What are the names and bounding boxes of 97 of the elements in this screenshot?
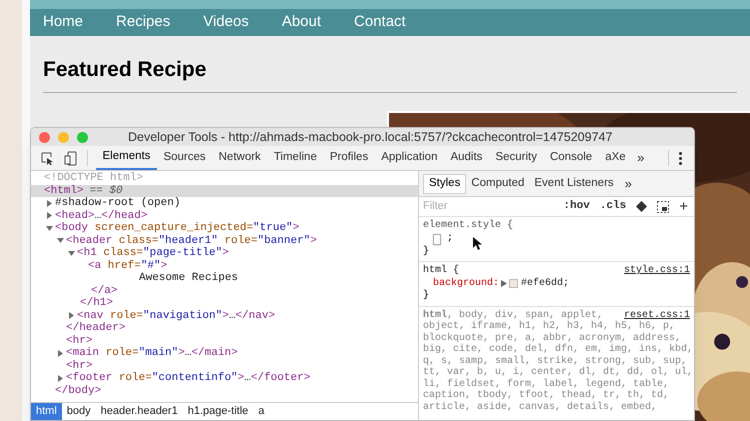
dom-closing-tag: </h1> xyxy=(80,295,114,312)
dom-node-text: <html> xyxy=(44,184,84,197)
devtools-tab[interactable]: Application xyxy=(374,146,444,170)
hover-state-button[interactable]: :hov xyxy=(563,198,590,215)
nav-link[interactable]: Recipes xyxy=(116,11,170,34)
property-name: background: xyxy=(433,278,500,290)
dom-node-text: <body screen_capture_injected="true"> xyxy=(55,221,300,235)
rule-selector-line: li, fieldset, form, label, legend, table, xyxy=(423,378,670,390)
collapse-arrow-icon[interactable] xyxy=(57,350,64,357)
dom-node-text: Awesome Recipes xyxy=(139,271,238,286)
devtools-tab[interactable]: Elements xyxy=(96,146,157,170)
rule-selector-line: object, iframe, h1, h2, h3, h4, h5, h6, p, xyxy=(423,321,676,332)
more-options-icon[interactable] xyxy=(679,152,682,164)
dom-node-text: <!DOCTYPE html> xyxy=(44,171,144,185)
breadcrumb-item[interactable]: a xyxy=(253,403,270,420)
window-title: Developer Tools - http://ahmads-macbook-pro.local:5757/?ckcachecontrol=1475209747 xyxy=(128,128,612,146)
dom-closing-tag: </header> xyxy=(66,320,126,336)
dom-tree-row[interactable]: Awesome Recipes xyxy=(31,272,418,284)
selected-node-marker: == $0 xyxy=(90,184,123,197)
rule-selector-line: article, aside, canvas, details, embed, xyxy=(423,402,658,413)
expand-arrow-icon[interactable] xyxy=(46,224,53,232)
devtools-tab[interactable]: Sources xyxy=(156,146,212,170)
rule-selector-line: q, s, samp, small, strike, strong, sub, sup, xyxy=(423,356,688,366)
dom-node-text: <head>…</head> xyxy=(55,208,148,222)
dom-tree-row[interactable]: <h1 class="page-title"> xyxy=(31,247,418,260)
dom-tree-row[interactable]: #shadow-root (open) xyxy=(31,197,418,210)
dom-node-text: #shadow-root (open) xyxy=(55,196,180,210)
color-swatch[interactable] xyxy=(509,279,518,288)
dom-node-text: <footer role="contentinfo">…</footer> xyxy=(66,371,310,385)
property-value: #efe6dd; xyxy=(521,278,570,290)
diamond-icon[interactable] xyxy=(636,201,648,212)
rule-selector-line: big, cite, code, del, dfn, em, img, ins, kbd, xyxy=(423,344,694,356)
dom-tree-row[interactable]: <a href="#"> xyxy=(31,260,418,272)
dom-tree-row[interactable]: <html> == $0 xyxy=(31,184,418,197)
rule-selector: html { xyxy=(423,265,460,278)
rule-close-brace: } xyxy=(423,290,430,302)
rule-selector-line: caption, tbody, tfoot, thead, tr, th, td, xyxy=(423,390,670,402)
dom-closing-tag: </body> xyxy=(55,382,102,399)
expand-arrow-icon[interactable] xyxy=(57,237,64,244)
nav-link[interactable]: Home xyxy=(43,11,84,34)
dom-tree-row[interactable]: <header class="header1" role="banner"> xyxy=(31,234,418,247)
dom-node-text: <nav role="navigation">…</nav> xyxy=(77,308,276,322)
styles-tab[interactable]: Computed xyxy=(466,174,530,194)
device-mode-icon[interactable] xyxy=(64,150,77,166)
dom-tree-row[interactable]: <body screen_capture_injected="true"> xyxy=(31,222,418,234)
collapse-arrow-icon[interactable] xyxy=(46,200,53,207)
source-link[interactable]: style.css:1 xyxy=(624,265,690,278)
more-tabs-button[interactable]: » xyxy=(618,174,638,194)
element-box-icon[interactable] xyxy=(657,200,670,212)
rule-punctuation: ; xyxy=(447,232,454,246)
expand-arrow-icon[interactable] xyxy=(501,280,508,288)
devtools-tab[interactable]: Timeline xyxy=(267,146,324,170)
nav-link[interactable]: Contact xyxy=(354,11,406,34)
rule-selector: element.style { xyxy=(423,220,514,232)
dom-tree-row[interactable]: <hr> xyxy=(31,334,418,347)
dom-tree-row[interactable]: <hr> xyxy=(31,360,418,372)
rule-selector-line: tt, var, b, u, i, center, dl, dt, dd, ol, ul, xyxy=(423,367,694,378)
breadcrumb-item[interactable]: body xyxy=(62,403,96,420)
devtools-tab[interactable]: Profiles xyxy=(323,146,375,170)
collapse-arrow-icon[interactable] xyxy=(68,312,75,320)
devtools-tab[interactable]: Console xyxy=(543,146,599,170)
filter-field[interactable]: Filter xyxy=(423,198,554,215)
dom-tree-row[interactable]: <footer role="contentinfo">…</footer> xyxy=(31,372,418,384)
more-tabs-button[interactable]: » xyxy=(632,146,650,170)
rule-close-brace: } xyxy=(423,246,430,258)
styles-tab[interactable]: Event Listeners xyxy=(529,174,619,194)
styles-tab[interactable]: Styles xyxy=(423,174,466,194)
rule-selector-line: html, body, div, span, applet, xyxy=(423,310,604,320)
source-link[interactable]: reset.css:1 xyxy=(624,310,690,321)
collapse-arrow-icon[interactable] xyxy=(46,212,53,220)
breadcrumb-item[interactable]: h1.page-title xyxy=(182,403,254,420)
dom-tree-row[interactable]: <nav role="navigation">…</nav> xyxy=(31,310,418,322)
dom-tree-row[interactable]: <main role="main">…</main> xyxy=(31,347,418,360)
dom-node-text: <main role="main">…</main> xyxy=(66,346,238,360)
breadcrumb-item[interactable]: header.header1 xyxy=(96,403,183,420)
devtools-tab[interactable]: Audits xyxy=(444,146,489,170)
breadcrumb-item[interactable]: html xyxy=(31,403,62,420)
dom-tree-row[interactable]: <head>…</head> xyxy=(31,210,418,222)
inspect-element-icon[interactable] xyxy=(41,152,54,164)
rule-selector-line: blockquote, pre, a, abbr, acronym, address, xyxy=(423,332,682,344)
devtools-tab[interactable]: Network xyxy=(212,146,268,170)
mouse-cursor-icon xyxy=(473,236,482,250)
add-rule-button[interactable]: + xyxy=(679,199,688,214)
dom-node-text: <h1 class="page-title"> xyxy=(77,246,229,260)
class-button[interactable]: .cls xyxy=(600,198,626,215)
expand-arrow-icon[interactable] xyxy=(68,250,75,257)
devtools-tab[interactable]: aXe xyxy=(598,146,632,170)
property-input-field[interactable] xyxy=(433,234,441,244)
dom-node-text: <a href="#"> xyxy=(88,258,168,272)
devtools-tab[interactable]: Security xyxy=(488,146,544,170)
nav-link[interactable]: About xyxy=(282,11,322,34)
nav-link[interactable]: Videos xyxy=(203,11,249,34)
dom-node-text: <hr> xyxy=(66,334,92,347)
dom-node-text: <hr> xyxy=(66,358,92,372)
dom-node-text: <header class="header1" role="banner"> xyxy=(66,234,317,247)
collapse-arrow-icon[interactable] xyxy=(57,374,64,382)
page-heading: Featured Recipe xyxy=(43,57,208,84)
